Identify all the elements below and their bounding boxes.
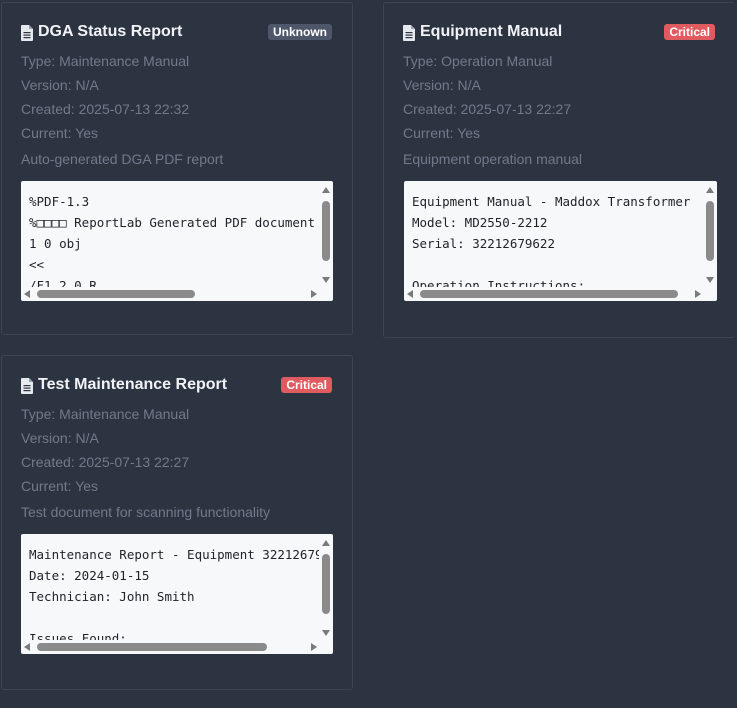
file-document-icon (21, 25, 33, 41)
scroll-down-arrow-icon[interactable] (322, 277, 330, 283)
preview-line: /F1 2 0 R (29, 278, 97, 287)
document-title: Test Maintenance Report (38, 376, 228, 393)
document-version: Version: N/A (403, 77, 481, 93)
status-badge: Critical (281, 377, 332, 393)
document-description: Equipment operation manual (403, 151, 583, 167)
preview-line (412, 254, 702, 275)
scroll-left-arrow-icon[interactable] (407, 290, 413, 298)
document-preview[interactable]: Equipment Manual - Maddox Transformer Mo… (404, 181, 717, 301)
scroll-up-arrow-icon[interactable] (322, 540, 330, 546)
preview-line: Model: MD2550-2212 (412, 215, 548, 230)
document-meta: Type: Maintenance Manual Version: N/A Cr… (21, 402, 189, 498)
document-type: Type: Maintenance Manual (21, 53, 190, 69)
document-description: Test document for scanning functionality (21, 504, 271, 520)
vertical-scroll-thumb[interactable] (322, 554, 330, 614)
scroll-up-arrow-icon[interactable] (706, 187, 714, 193)
document-current: Current: Yes (21, 125, 99, 141)
preview-line: %PDF-1.3 (29, 194, 90, 209)
preview-line: Date: 2024-01-15 (29, 568, 150, 583)
vertical-scroll-thumb[interactable] (706, 201, 714, 261)
horizontal-scroll-thumb[interactable] (37, 290, 195, 298)
scroll-down-arrow-icon[interactable] (706, 277, 714, 283)
document-preview[interactable]: %PDF-1.3 %□□□□ ReportLab Generated PDF d… (21, 181, 333, 301)
document-current: Current: Yes (403, 125, 481, 141)
document-created: Created: 2025-07-13 22:27 (21, 454, 190, 470)
document-current: Current: Yes (21, 478, 99, 494)
document-card[interactable]: DGA Status Report Unknown Type: Maintena… (1, 2, 353, 335)
preview-content: Equipment Manual - Maddox Transformer Mo… (412, 191, 702, 287)
vertical-scrollbar[interactable] (321, 536, 331, 636)
vertical-scroll-thumb[interactable] (322, 201, 330, 261)
horizontal-scrollbar[interactable] (23, 641, 317, 653)
document-grid: DGA Status Report Unknown Type: Maintena… (0, 0, 737, 708)
preview-line: 1 0 obj (29, 236, 82, 251)
preview-line: Technician: John Smith (29, 589, 195, 604)
preview-line: Equipment Manual - Maddox Transformer (412, 194, 691, 209)
preview-line: Maintenance Report - Equipment 322126796… (29, 547, 319, 562)
document-card[interactable]: Equipment Manual Critical Type: Operatio… (383, 2, 735, 338)
preview-content: %PDF-1.3 %□□□□ ReportLab Generated PDF d… (29, 191, 319, 287)
horizontal-scroll-thumb[interactable] (420, 290, 678, 298)
document-created: Created: 2025-07-13 22:27 (403, 101, 572, 117)
scroll-right-arrow-icon[interactable] (311, 643, 317, 651)
horizontal-scrollbar[interactable] (406, 288, 701, 300)
preview-line: Operation Instructions: (412, 278, 586, 287)
document-created: Created: 2025-07-13 22:32 (21, 101, 190, 117)
horizontal-scrollbar[interactable] (23, 288, 317, 300)
card-header: Test Maintenance Report Critical (21, 375, 332, 399)
preview-content: Maintenance Report - Equipment 322126796… (29, 544, 319, 640)
file-document-icon (21, 378, 33, 394)
vertical-scrollbar[interactable] (321, 183, 331, 283)
scroll-right-arrow-icon[interactable] (311, 290, 317, 298)
scroll-right-arrow-icon[interactable] (695, 290, 701, 298)
scroll-up-arrow-icon[interactable] (322, 187, 330, 193)
scroll-left-arrow-icon[interactable] (24, 290, 30, 298)
status-badge: Critical (664, 24, 715, 40)
document-version: Version: N/A (21, 77, 99, 93)
status-badge: Unknown (268, 24, 332, 40)
document-type: Type: Operation Manual (403, 53, 553, 69)
document-version: Version: N/A (21, 430, 99, 446)
document-card[interactable]: Test Maintenance Report Critical Type: M… (1, 355, 353, 690)
preview-line (29, 607, 319, 628)
preview-line: %□□□□ ReportLab Generated PDF document (29, 215, 315, 230)
document-meta: Type: Operation Manual Version: N/A Crea… (403, 49, 571, 145)
document-title: Equipment Manual (420, 23, 563, 40)
card-header: Equipment Manual Critical (403, 22, 715, 46)
scroll-down-arrow-icon[interactable] (322, 630, 330, 636)
card-header: DGA Status Report Unknown (21, 22, 332, 46)
preview-line: Issues Found: (29, 631, 127, 640)
file-document-icon (403, 25, 415, 41)
document-description: Auto-generated DGA PDF report (21, 151, 224, 167)
document-preview[interactable]: Maintenance Report - Equipment 322126796… (21, 534, 333, 654)
horizontal-scroll-thumb[interactable] (37, 643, 267, 651)
document-title: DGA Status Report (38, 23, 183, 40)
preview-line: Serial: 32212679622 (412, 236, 555, 251)
scroll-left-arrow-icon[interactable] (24, 643, 30, 651)
preview-line: << (29, 257, 45, 272)
vertical-scrollbar[interactable] (705, 183, 715, 283)
document-meta: Type: Maintenance Manual Version: N/A Cr… (21, 49, 189, 145)
document-type: Type: Maintenance Manual (21, 406, 190, 422)
